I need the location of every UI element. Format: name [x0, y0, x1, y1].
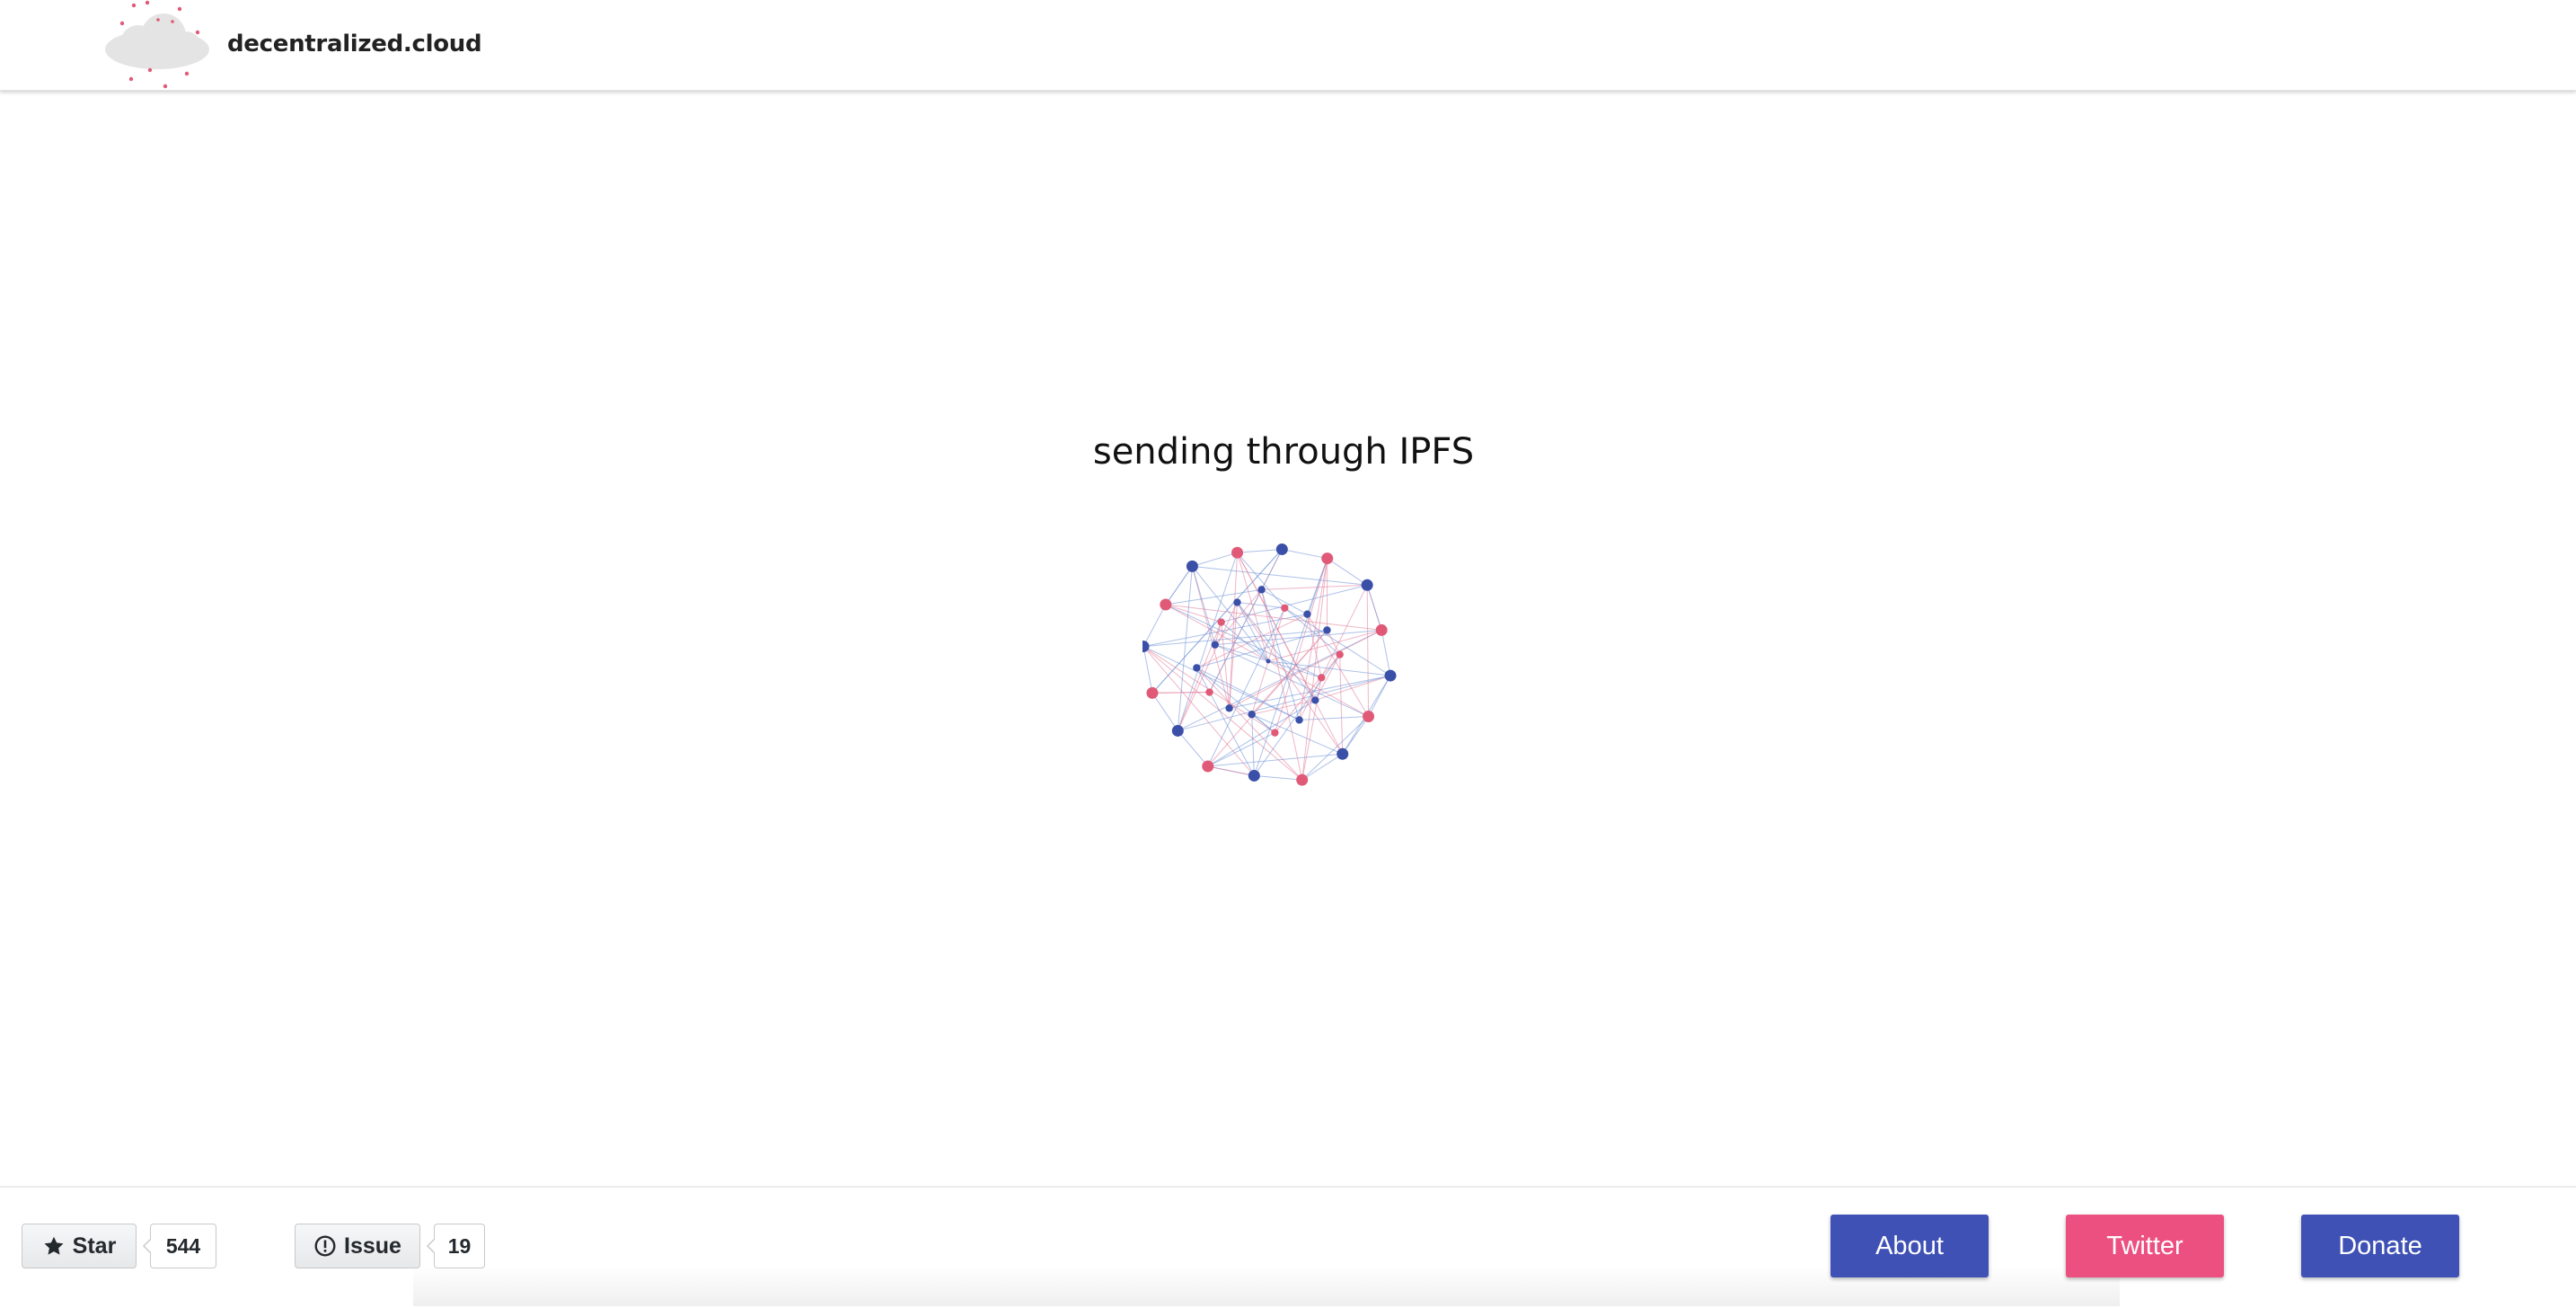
network-node [1271, 729, 1278, 736]
network-node [1281, 605, 1288, 612]
network-edge [1166, 589, 1262, 605]
network-edge [1238, 552, 1268, 661]
network-node [1231, 547, 1243, 559]
network-edge [1367, 585, 1368, 716]
network-edge [1152, 693, 1178, 730]
star-icon [42, 1234, 66, 1258]
network-edge [1152, 693, 1210, 694]
issue-label: Issue [344, 1233, 401, 1259]
network-edge [1237, 603, 1284, 608]
network-edge [1307, 614, 1321, 678]
network-node [1225, 704, 1232, 711]
network-edge [1143, 647, 1152, 694]
network-node [1337, 748, 1348, 760]
network-edges [1143, 549, 1390, 780]
network-node [1217, 618, 1224, 625]
top-app-bar: decentralized.cloud [0, 0, 2576, 91]
network-edge [1343, 717, 1369, 755]
network-node [1187, 561, 1198, 572]
network-node [1295, 716, 1302, 723]
github-issue-button[interactable]: Issue [295, 1224, 420, 1268]
network-graph-icon [1142, 537, 1412, 789]
network-node [1212, 641, 1219, 648]
github-star-button[interactable]: Star [22, 1224, 137, 1268]
network-node [1205, 688, 1213, 695]
cloud-logo-icon[interactable] [101, 0, 214, 90]
network-node [1276, 544, 1288, 555]
network-edge [1166, 566, 1193, 605]
network-edge [1178, 730, 1207, 766]
network-edge [1381, 630, 1390, 676]
network-edge [1252, 714, 1255, 775]
network-node [1257, 586, 1265, 593]
network-edge [1238, 552, 1285, 608]
star-label: Star [73, 1233, 117, 1259]
donate-button[interactable]: Donate [2301, 1215, 2459, 1277]
network-edge [1143, 614, 1307, 647]
network-edge [1275, 559, 1327, 733]
brand-title[interactable]: decentralized.cloud [227, 31, 481, 57]
network-edge [1143, 605, 1166, 647]
status-message: sending through IPFS [0, 431, 2567, 473]
twitter-button[interactable]: Twitter [2066, 1215, 2224, 1277]
network-edge [1282, 549, 1327, 558]
network-node [1336, 650, 1343, 658]
network-node [1385, 670, 1397, 682]
network-node [1146, 687, 1158, 699]
network-node [1233, 598, 1240, 605]
network-edge [1196, 667, 1254, 775]
network-edge [1192, 566, 1214, 644]
network-node [1362, 579, 1373, 591]
network-edge [1192, 566, 1367, 585]
network-node [1376, 624, 1388, 636]
network-node [1160, 599, 1171, 611]
network-node [1202, 760, 1213, 772]
star-count[interactable]: 544 [150, 1224, 216, 1268]
network-node [1266, 659, 1271, 664]
network-node [1296, 774, 1308, 786]
network-node [1303, 610, 1310, 617]
network-edge [1254, 775, 1301, 780]
network-edge [1302, 754, 1343, 780]
network-node [1318, 674, 1325, 681]
network-edge [1178, 566, 1192, 730]
network-node [1363, 711, 1374, 722]
issue-opened-icon [313, 1234, 337, 1258]
network-node [1172, 725, 1184, 737]
network-edge [1238, 549, 1283, 552]
network-node [1321, 552, 1333, 564]
network-node [1311, 696, 1319, 703]
network-edge [1367, 585, 1381, 630]
network-node [1193, 664, 1200, 671]
issue-count[interactable]: 19 [434, 1224, 485, 1268]
network-node [1248, 770, 1260, 782]
network-node [1323, 626, 1330, 633]
network-node [1248, 711, 1255, 718]
network-edge [1192, 552, 1237, 566]
about-button[interactable]: About [1831, 1215, 1989, 1277]
